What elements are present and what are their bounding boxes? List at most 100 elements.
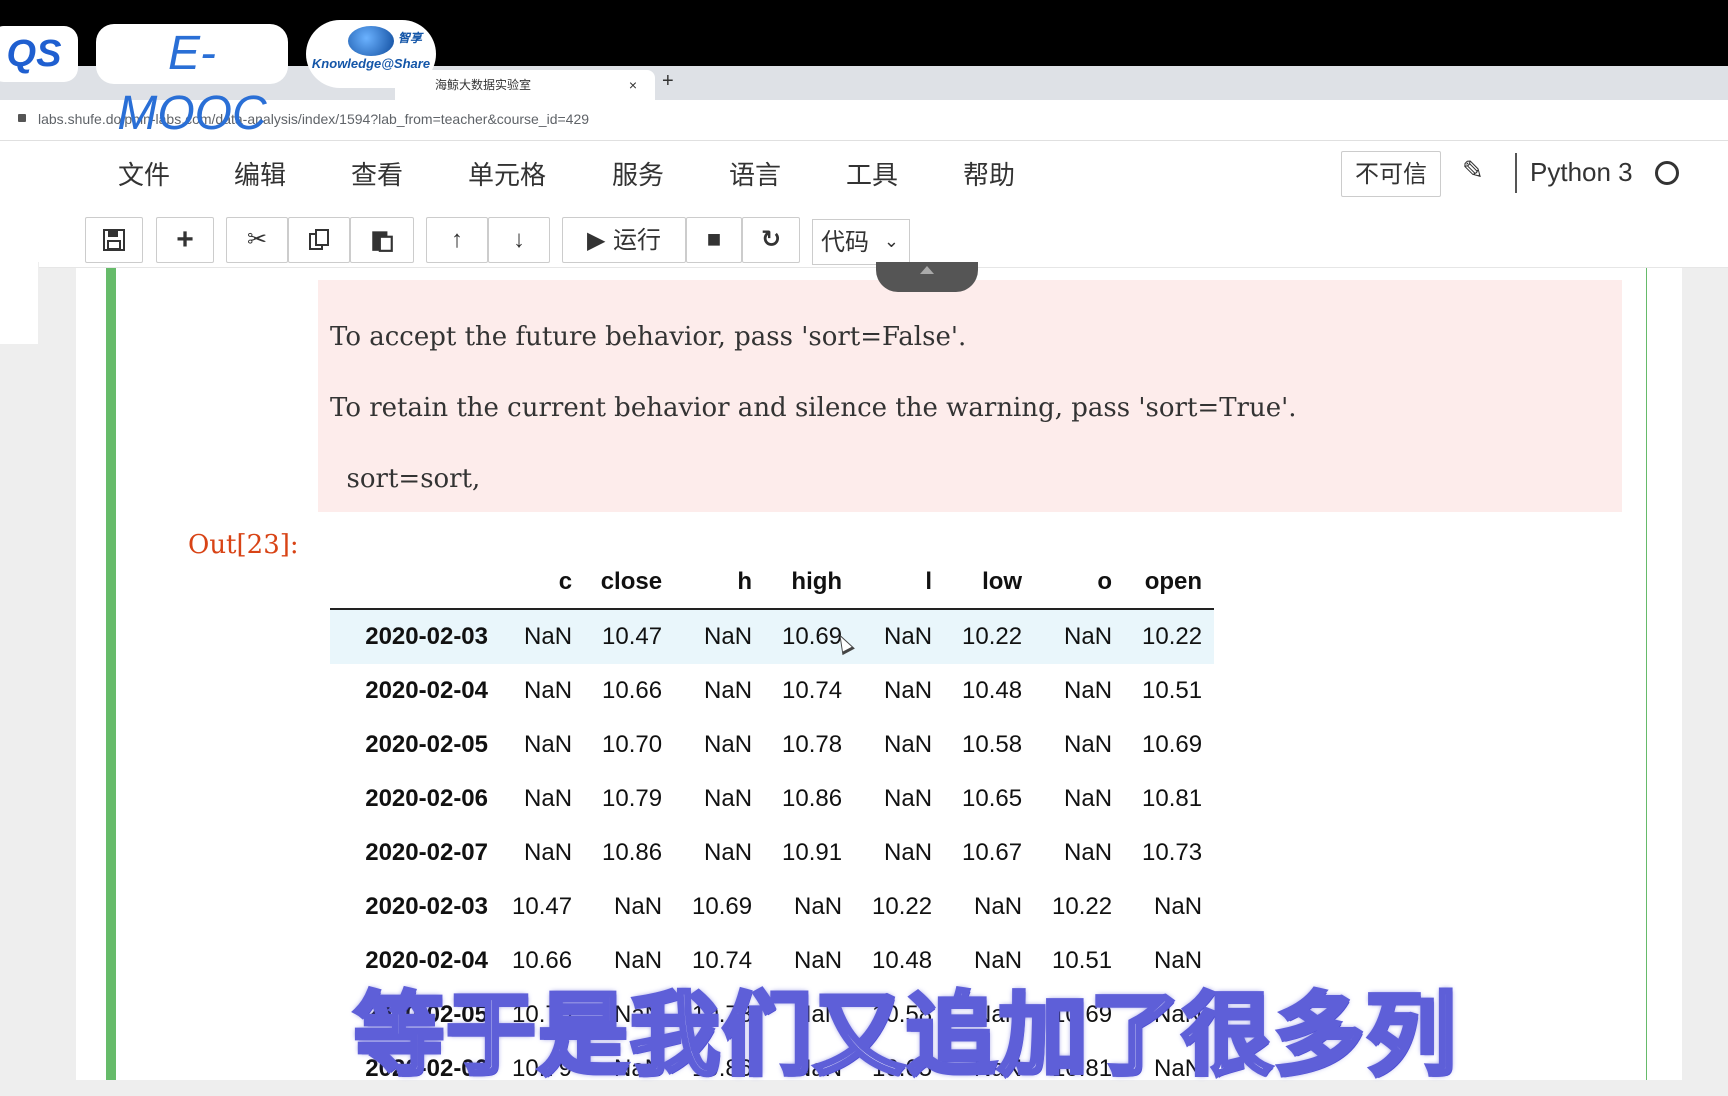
row-index: 2020-02-04 [365,677,488,704]
table-header-row: c close h high l low o open [330,556,1215,609]
table-row: 2020-02-03 10.47 NaN 10.69 NaN 10.22 NaN 10.22 N… [330,880,1214,934]
column-header: c [558,568,573,595]
table-cell: 10.47 [512,893,573,920]
menu-view[interactable]: 查看 [351,155,403,192]
table-cell: NaN [974,893,1023,920]
run-button[interactable]: ▶ 运行 [562,217,686,263]
row-index: 2020-02-07 [365,839,488,866]
column-header: o [1097,568,1113,595]
table-cell: 10.66 [602,677,663,704]
table-cell: 10.79 [602,785,663,812]
table-cell: 10.48 [962,677,1023,704]
save-button[interactable] [85,217,143,263]
restart-button[interactable]: ↻ [742,217,800,263]
menu-cell[interactable]: 单元格 [468,155,546,192]
table-cell: 10.78 [782,731,843,758]
table-cell: NaN [884,623,933,650]
row-index: 2020-02-03 [365,623,488,650]
table-row: 2020-02-07 NaN 10.86 NaN 10.91 NaN 10.67 NaN 10.… [330,826,1214,880]
output-prompt: Out[23]: [188,530,299,560]
table-cell: NaN [704,839,753,866]
table-cell: NaN [1064,731,1113,758]
run-label: 运行 [613,226,662,254]
pencil-icon[interactable]: ✎ [1462,155,1484,186]
stderr-line: To retain the current behavior and silen… [330,393,1297,423]
chevron-down-icon: ⌄ [883,231,899,252]
paste-icon [372,231,393,252]
table-row: 2020-02-04 NaN 10.66 NaN 10.74 NaN 10.48 NaN 10.… [330,664,1214,718]
column-header: low [982,568,1023,595]
row-index: 2020-02-05 [365,731,488,758]
column-header: open [1144,568,1203,595]
table-row: 2020-02-03 NaN 10.47 NaN 10.69 NaN 10.22 NaN 10.… [330,609,1215,664]
paste-button[interactable] [350,217,414,263]
table-row: 2020-02-05 NaN 10.70 NaN 10.78 NaN 10.58 NaN 10.… [330,718,1214,772]
tab-title: 海鲸大数据实验室 [435,78,532,92]
qs-logo: QS [0,26,78,82]
kernel-idle-icon [1655,161,1679,185]
table-cell: NaN [1154,893,1203,920]
table-cell: 10.22 [962,623,1023,650]
knowledge-share-cn: 智享 [397,31,422,45]
menu-language[interactable]: 语言 [729,155,781,192]
table-cell: 10.58 [962,731,1023,758]
menu-edit[interactable]: 编辑 [234,155,286,192]
cell-border [1646,268,1647,1080]
knowledge-share-text: Knowledge@Share [311,56,431,71]
column-header: l [925,568,933,595]
caret-up-icon [920,266,934,274]
move-down-button[interactable]: ↓ [488,217,550,263]
tab-close-icon[interactable]: × [629,70,637,100]
table-cell: 10.51 [1142,677,1203,704]
refresh-icon: ↻ [760,226,782,253]
scissors-icon: ✂ [246,226,268,253]
plus-icon: + [176,223,194,256]
table-cell: NaN [704,785,753,812]
cell-type-select[interactable]: 代码 ⌄ [812,219,910,265]
table-cell: NaN [704,623,753,650]
row-index: 2020-02-03 [365,893,488,920]
table-cell: NaN [794,893,843,920]
stderr-line: sort=sort, [330,464,481,494]
menu-file[interactable]: 文件 [118,155,170,192]
copy-button[interactable] [288,217,350,263]
table-cell: 10.86 [782,785,843,812]
menu-service[interactable]: 服务 [612,155,664,192]
insert-cell-button[interactable]: + [156,217,214,263]
table-cell: NaN [884,785,933,812]
table-cell: NaN [884,731,933,758]
kernel-name[interactable]: Python 3 [1530,157,1633,188]
table-cell: NaN [704,731,753,758]
table-cell: 10.74 [782,677,843,704]
divider [1515,153,1517,193]
table-cell: NaN [1064,785,1113,812]
save-icon [103,229,125,251]
column-header [330,556,500,609]
stderr-output: To accept the future behavior, pass 'sor… [318,280,1622,512]
play-icon: ▶ [586,226,606,254]
column-header: close [600,568,663,595]
stop-icon: ■ [706,226,722,253]
cut-button[interactable]: ✂ [226,217,288,263]
menu-help[interactable]: 帮助 [963,155,1015,192]
cell-type-value: 代码 [821,228,869,256]
move-up-button[interactable]: ↑ [426,217,488,263]
globe-icon [348,26,394,56]
table-cell: 10.65 [962,785,1023,812]
emooc-logo: E-MOOC [96,24,288,140]
table-cell: 10.91 [782,839,843,866]
video-subtitle: 等于是我们又追加了很多列 [352,981,1458,1090]
arrow-up-icon: ↑ [451,226,463,253]
table-cell: NaN [614,893,663,920]
table-cell: NaN [524,785,573,812]
collapse-header-toggle[interactable] [876,262,978,292]
menu-tools[interactable]: 工具 [846,155,898,192]
table-cell: 10.69 [692,893,753,920]
row-index: 2020-02-06 [365,785,488,812]
new-tab-button[interactable]: + [662,70,674,93]
interrupt-button[interactable]: ■ [686,217,742,263]
table-cell: 10.22 [1052,893,1113,920]
table-cell: NaN [884,677,933,704]
not-trusted-button[interactable]: 不可信 [1341,151,1441,197]
copy-icon [309,229,329,250]
